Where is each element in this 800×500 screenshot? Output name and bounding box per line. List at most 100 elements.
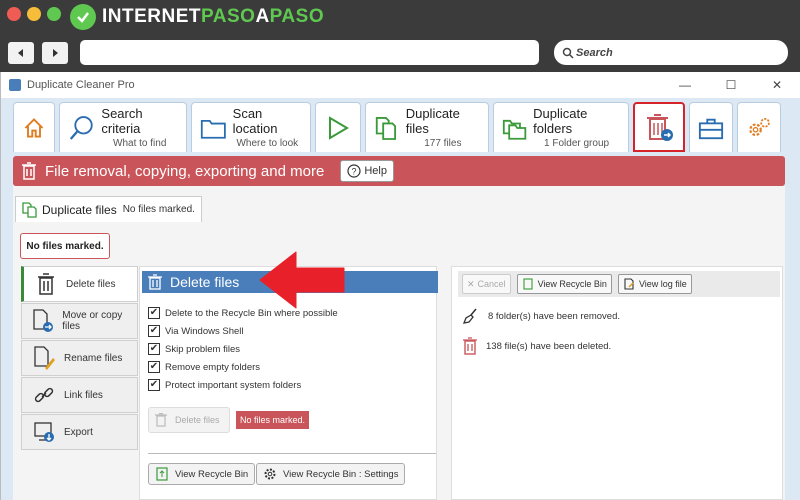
search-input[interactable]: Search: [554, 40, 788, 65]
nav-rename-files[interactable]: Rename files: [21, 340, 138, 376]
cancel-button[interactable]: ✕ Cancel: [462, 274, 511, 294]
delete-files-button[interactable]: Delete files: [148, 407, 230, 433]
address-bar[interactable]: [80, 40, 539, 65]
banner-title: File removal, copying, exporting and mor…: [45, 162, 325, 180]
close-window-button[interactable]: [7, 7, 21, 21]
view-log-button[interactable]: View log file: [617, 274, 692, 294]
minimize-window-button[interactable]: [27, 7, 41, 21]
search-icon: [562, 47, 574, 59]
checkbox[interactable]: ✔: [148, 325, 160, 337]
help-icon: ?: [347, 164, 361, 178]
view-recycle-bin-button[interactable]: View Recycle Bin: [516, 274, 612, 294]
main-toolbar: Search criteria What to find Scan locatio…: [13, 102, 781, 152]
rename-file-icon: [34, 346, 55, 370]
app-window: Duplicate Cleaner Pro — ☐ ✕ Search crite…: [0, 72, 800, 500]
help-label: Help: [364, 165, 387, 177]
nav-label: Export: [64, 426, 93, 438]
checkbox[interactable]: ✔: [148, 361, 160, 373]
help-button[interactable]: ? Help: [340, 160, 394, 182]
trash-icon: [38, 273, 54, 295]
action-nav: Delete files Move or copy files Rename f…: [21, 266, 138, 451]
checkbox[interactable]: ✔: [148, 307, 160, 319]
recycle-bin-icon: [523, 278, 533, 290]
close-icon: ✕: [467, 278, 475, 289]
close-button[interactable]: ✕: [754, 72, 800, 98]
trash-icon: [148, 274, 162, 290]
tools-button[interactable]: [689, 102, 733, 152]
log-panel: ✕ Cancel View Recycle Bin View log file 8…: [451, 266, 783, 500]
search-criteria-button[interactable]: Search criteria What to find: [59, 102, 187, 152]
checkbox[interactable]: ✔: [148, 379, 160, 391]
duplicate-files-icon: [375, 116, 397, 140]
duplicate-folders-label: Duplicate folders: [533, 106, 588, 136]
duplicate-files-label: Duplicate files: [405, 106, 460, 136]
move-file-icon: [33, 309, 54, 332]
checkbox[interactable]: ✔: [148, 343, 160, 355]
window-title: Duplicate Cleaner Pro: [27, 79, 135, 91]
duplicate-files-icon: [22, 201, 37, 218]
option-protect-system[interactable]: ✔ Protect important system folders: [148, 379, 301, 391]
trash-icon: [463, 337, 477, 355]
back-button[interactable]: [8, 42, 34, 64]
settings-button[interactable]: [737, 102, 781, 152]
option-windows-shell[interactable]: ✔ Via Windows Shell: [148, 325, 244, 337]
search-criteria-sub: What to find: [113, 138, 167, 149]
browser-chrome: INTERNETPASOAPASO Search: [0, 0, 800, 72]
duplicate-files-button[interactable]: Duplicate files 177 files: [365, 102, 489, 152]
gear-icon: [264, 468, 276, 480]
scan-location-button[interactable]: Scan location Where to look: [191, 102, 311, 152]
option-skip-problem[interactable]: ✔ Skip problem files: [148, 343, 240, 355]
scan-location-label: Scan location: [232, 106, 278, 136]
nav-label: Delete files: [66, 278, 116, 290]
svg-text:?: ?: [352, 167, 357, 177]
delete-files-title: Delete files: [170, 274, 240, 290]
back-arrow-icon: [18, 49, 23, 57]
maximize-button[interactable]: ☐: [708, 72, 754, 98]
nav-move-copy-files[interactable]: Move or copy files: [21, 303, 138, 339]
app-icon: [9, 79, 21, 91]
home-button[interactable]: [13, 102, 55, 152]
forward-button[interactable]: [42, 42, 68, 64]
log-message: 138 file(s) have been deleted.: [462, 337, 611, 355]
annotation-arrow: [259, 251, 345, 309]
nav-delete-files[interactable]: Delete files: [21, 266, 138, 302]
option-remove-empty-folders[interactable]: ✔ Remove empty folders: [148, 361, 260, 373]
search-criteria-label: Search criteria: [101, 106, 143, 136]
zoom-window-button[interactable]: [47, 7, 61, 21]
duplicate-files-sub: 177 files: [424, 138, 462, 149]
divider: [148, 453, 436, 454]
nav-link-files[interactable]: Link files: [21, 377, 138, 413]
recycle-bin-settings-button[interactable]: View Recycle Bin : Settings: [256, 463, 406, 485]
logo-icon: [70, 4, 96, 30]
title-bar: Duplicate Cleaner Pro — ☐ ✕: [1, 72, 800, 98]
toolbox-icon: [698, 118, 724, 139]
trash-icon: [22, 162, 36, 180]
gears-icon: [749, 117, 770, 136]
view-recycle-bin-button[interactable]: View Recycle Bin: [148, 463, 256, 485]
minimize-button[interactable]: —: [662, 72, 708, 98]
start-scan-button[interactable]: [315, 102, 361, 152]
content-panel: Duplicate files No files marked. No file…: [13, 186, 785, 500]
nav-label: Link files: [64, 389, 103, 401]
status-box: No files marked.: [20, 233, 110, 259]
no-files-marked-badge: No files marked.: [236, 411, 310, 429]
recycle-bin-icon: [156, 467, 168, 481]
broom-icon: [462, 308, 477, 324]
tab-duplicate-files[interactable]: Duplicate files No files marked.: [15, 196, 202, 222]
nav-export[interactable]: Export: [21, 414, 138, 450]
magnifier-icon: [69, 115, 93, 140]
file-removal-button[interactable]: [633, 102, 685, 152]
duplicate-folders-sub: 1 Folder group: [544, 138, 610, 149]
log-file-icon: [624, 278, 634, 290]
duplicate-folders-icon: [502, 119, 527, 140]
trash-arrow-icon: [647, 114, 673, 141]
scan-location-sub: Where to look: [236, 138, 299, 149]
link-icon: [34, 387, 54, 403]
nav-label: Move or copy files: [62, 310, 123, 332]
duplicate-folders-button[interactable]: Duplicate folders 1 Folder group: [493, 102, 629, 152]
folder-icon: [200, 119, 226, 139]
play-icon: [329, 115, 349, 140]
home-icon: [24, 117, 44, 138]
forward-arrow-icon: [53, 49, 58, 57]
site-logo: INTERNETPASOAPASO: [70, 4, 324, 30]
